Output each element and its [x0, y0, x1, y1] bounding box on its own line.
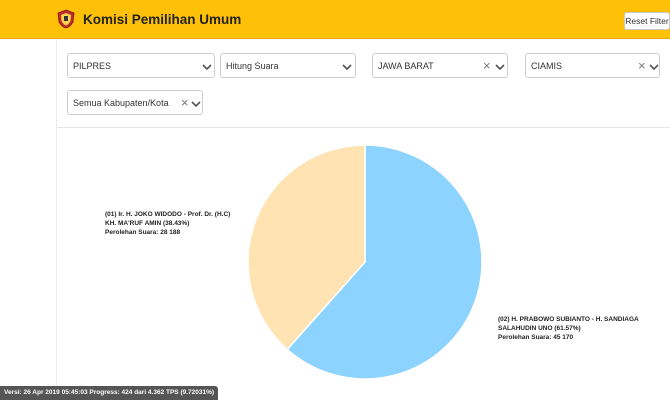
app-title: Komisi Pemilihan Umum: [83, 12, 242, 27]
candidate-02-name-line2: SALAHUDIN UNO (61.57%): [498, 325, 581, 332]
candidate-01-name-line1: (01) Ir. H. JOKO WIDODO - Prof. Dr. (H.C…: [105, 211, 231, 218]
clear-icon[interactable]: ×: [181, 96, 189, 109]
count-type-select[interactable]: Hitung Suara: [220, 53, 356, 78]
province-value: JAWA BARAT: [378, 61, 434, 71]
left-sidebar: [0, 39, 57, 400]
top-header: Komisi Pemilihan Umum Reset Filter: [0, 0, 670, 39]
candidate-01-name-line2: KH. MA'RUF AMIN (38.43%): [105, 220, 190, 227]
candidate-02-votes: Perolehan Suara: 45 170: [498, 334, 574, 341]
province-select[interactable]: JAWA BARAT ×: [372, 53, 508, 78]
chevron-down-icon: [191, 101, 201, 108]
chevron-down-icon: [202, 64, 212, 71]
district-value: Semua Kabupaten/Kota: [73, 98, 169, 108]
count-type-value: Hitung Suara: [226, 61, 279, 71]
clear-icon[interactable]: ×: [638, 59, 646, 72]
election-type-select[interactable]: PILPRES: [67, 53, 215, 78]
chevron-down-icon: [342, 64, 352, 71]
chevron-down-icon: [495, 64, 505, 71]
district-select[interactable]: Semua Kabupaten/Kota ×: [67, 90, 203, 115]
pie-label-candidate-02: (02) H. PRABOWO SUBIANTO - H. SANDIAGA S…: [498, 315, 639, 342]
kpu-logo-icon: [57, 9, 75, 29]
filter-panel: PILPRES Hitung Suara JAWA BARAT × CIAMIS…: [57, 39, 670, 128]
election-type-value: PILPRES: [73, 61, 112, 71]
candidate-01-votes: Perolehan Suara: 28 188: [105, 229, 181, 236]
pie-label-candidate-01: (01) Ir. H. JOKO WIDODO - Prof. Dr. (H.C…: [105, 210, 230, 237]
chevron-down-icon: [649, 64, 659, 71]
reset-filter-button[interactable]: Reset Filter: [624, 12, 670, 30]
candidate-02-name-line1: (02) H. PRABOWO SUBIANTO - H. SANDIAGA: [498, 316, 639, 323]
vote-pie-chart: [247, 144, 483, 380]
clear-icon[interactable]: ×: [483, 59, 491, 72]
status-bar: Versi: 26 Apr 2019 05:45:03 Progress: 42…: [0, 386, 219, 400]
regency-value: CIAMIS: [531, 61, 563, 71]
chart-area: (01) Ir. H. JOKO WIDODO - Prof. Dr. (H.C…: [57, 128, 670, 400]
regency-select[interactable]: CIAMIS ×: [525, 53, 660, 78]
